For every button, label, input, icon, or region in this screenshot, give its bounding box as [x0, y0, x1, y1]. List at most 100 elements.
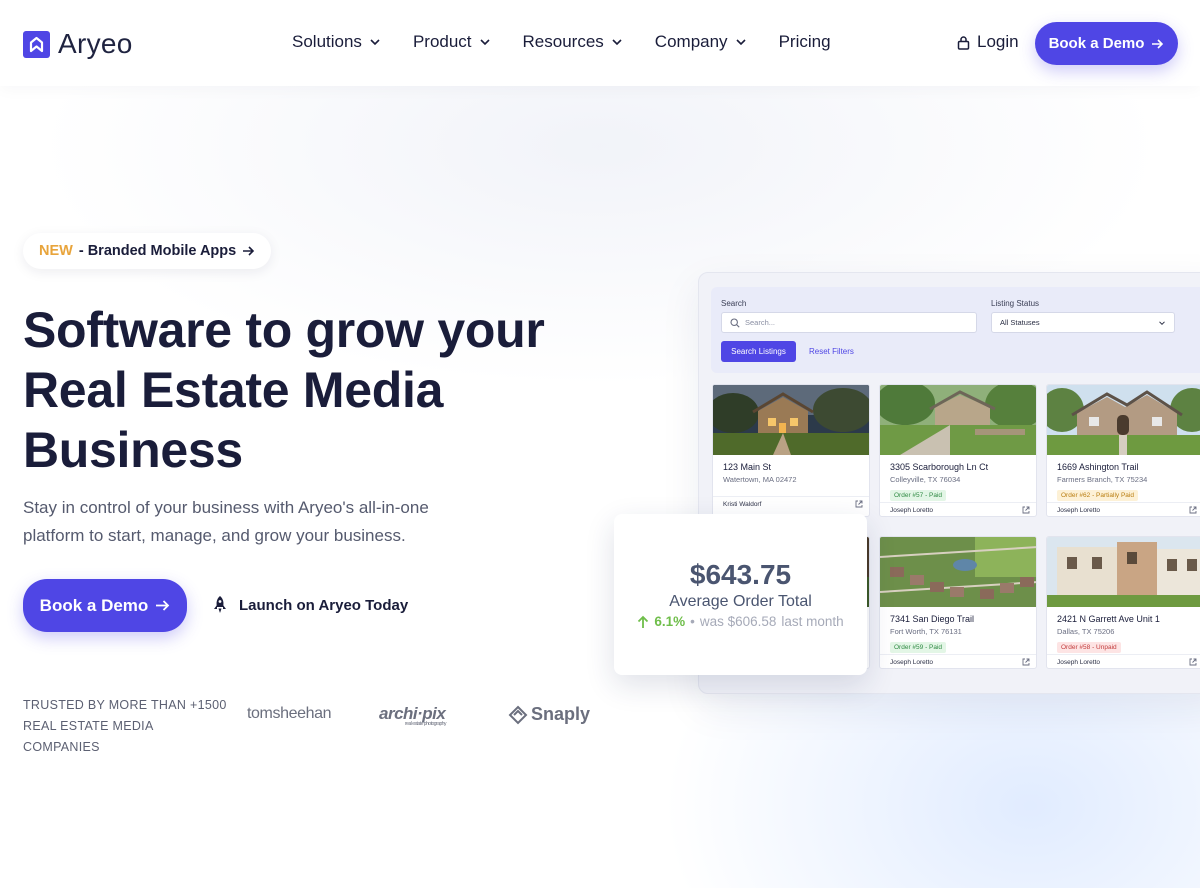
- logo-text: Aryeo: [58, 28, 133, 59]
- snaply-mark-icon: [508, 705, 528, 724]
- listing-address: 7341 San Diego Trail: [890, 614, 975, 624]
- hero-book-demo-button[interactable]: Book a Demo: [23, 579, 187, 632]
- archipix-logo: archi·pix real estate photography: [379, 704, 447, 727]
- snaply-logo: Snaply: [508, 704, 590, 725]
- listing-footer: Joseph Loretto: [880, 502, 1036, 516]
- listing-agent: Joseph Loretto: [1057, 507, 1101, 514]
- search-label: Search: [721, 299, 747, 308]
- comparison-period: last month: [781, 614, 844, 629]
- trusted-line-2: REAL ESTATE MEDIA COMPANIES: [23, 719, 153, 754]
- listing-city: Dallas, TX 75206: [1057, 627, 1115, 636]
- listing-status-value: All Statuses: [1000, 318, 1040, 327]
- average-order-card: $643.75 Average Order Total 6.1% • was $…: [614, 514, 867, 675]
- badge-new-label: NEW: [39, 243, 73, 259]
- change-percent: 6.1%: [654, 614, 686, 629]
- external-link-icon[interactable]: [855, 500, 863, 508]
- listing-agent: Joseph Loretto: [890, 507, 934, 514]
- chevron-down-icon: [479, 39, 490, 46]
- search-input[interactable]: Search...: [721, 312, 977, 333]
- order-status-badge: Order #62 - Partially Paid: [1057, 490, 1138, 501]
- order-status-badge: Order #57 - Paid: [890, 490, 947, 501]
- chevron-down-icon: [1159, 320, 1165, 325]
- listing-filters: Search Search... Listing Status All Stat…: [711, 287, 1200, 373]
- nav-item-label: Resources: [522, 32, 604, 51]
- snaply-wordmark: Snaply: [531, 704, 591, 724]
- external-link-icon[interactable]: [1022, 506, 1030, 514]
- external-link-icon[interactable]: [1189, 658, 1197, 666]
- launch-link[interactable]: Launch on Aryeo Today: [211, 595, 408, 615]
- house-photo: [713, 385, 869, 455]
- house-photo: [1047, 385, 1200, 455]
- previous-value: was $606.58: [699, 614, 777, 629]
- bullet-separator: •: [690, 614, 695, 629]
- search-listings-button[interactable]: Search Listings: [721, 341, 796, 362]
- listing-city: Farmers Branch, TX 75234: [1057, 475, 1148, 484]
- listing-agent: Joseph Loretto: [1057, 659, 1101, 666]
- nav-item-resources[interactable]: Resources: [523, 32, 623, 52]
- rocket-icon: [214, 596, 226, 613]
- login-link[interactable]: Login: [957, 32, 1019, 52]
- search-listings-label: Search Listings: [731, 347, 786, 356]
- nav-item-label: Solutions: [292, 32, 362, 51]
- listing-status-label: Listing Status: [991, 299, 1040, 308]
- nav-item-pricing[interactable]: Pricing: [779, 32, 831, 52]
- hero-headline: Software to grow your Real Estate Media …: [23, 302, 545, 478]
- nav-item-company[interactable]: Company: [655, 32, 747, 52]
- nav-item-label: Company: [654, 32, 728, 51]
- top-nav: Aryeo Solutions Product Resources Compan…: [0, 0, 1200, 86]
- listing-card[interactable]: 1669 Ashington Trail Farmers Branch, TX …: [1046, 384, 1200, 517]
- listing-card[interactable]: 7341 San Diego Trail Fort Worth, TX 7613…: [879, 536, 1037, 669]
- order-status-badge: Order #58 - Unpaid: [1057, 642, 1121, 653]
- arrow-up-icon: [638, 615, 649, 628]
- chevron-down-icon: [735, 39, 746, 46]
- book-demo-button[interactable]: Book a Demo: [1035, 22, 1178, 65]
- search-icon: [730, 317, 740, 328]
- house-photo: [880, 385, 1036, 455]
- chevron-down-icon: [370, 39, 380, 46]
- listing-card[interactable]: 123 Main St Watertown, MA 02472 Kristi W…: [712, 384, 870, 517]
- nav-item-label: Product: [412, 32, 472, 51]
- arrow-right-icon: [156, 600, 170, 611]
- listing-city: Watertown, MA 02472: [723, 475, 797, 484]
- listing-footer: Joseph Loretto: [880, 654, 1036, 668]
- average-order-label: Average Order Total: [669, 593, 812, 610]
- average-order-change: 6.1% • was $606.58 last month: [614, 614, 867, 629]
- listing-address: 123 Main St: [723, 462, 772, 472]
- main-menu: Solutions Product Resources Company Pric…: [292, 32, 831, 52]
- listing-footer: Kristi Waldorf: [713, 496, 869, 512]
- trusted-by-text: TRUSTED BY MORE THAN +1500 REAL ESTATE M…: [23, 695, 233, 758]
- reset-filters-link[interactable]: Reset Filters: [809, 347, 854, 356]
- lock-icon: [957, 35, 970, 50]
- nav-item-label: Pricing: [778, 32, 831, 51]
- launch-label: Launch on Aryeo Today: [239, 596, 409, 614]
- nav-item-solutions[interactable]: Solutions: [292, 32, 381, 52]
- book-demo-label: Book a Demo: [1048, 35, 1145, 52]
- aryeo-logo-icon: [23, 30, 50, 58]
- listing-status-select[interactable]: All Statuses: [991, 312, 1175, 333]
- hero-book-demo-label: Book a Demo: [39, 595, 149, 615]
- login-label: Login: [977, 32, 1019, 51]
- house-photo: [1047, 537, 1200, 607]
- external-link-icon[interactable]: [1189, 506, 1197, 514]
- search-placeholder: Search...: [745, 318, 776, 327]
- listing-footer: Joseph Loretto: [1047, 654, 1200, 668]
- nav-item-product[interactable]: Product: [413, 32, 491, 52]
- external-link-icon[interactable]: [1022, 658, 1030, 666]
- listing-agent: Joseph Loretto: [890, 659, 934, 666]
- listing-card[interactable]: 3305 Scarborough Ln Ct Colleyville, TX 7…: [879, 384, 1037, 517]
- badge-text: - Branded Mobile Apps: [78, 243, 237, 259]
- listing-card[interactable]: 2421 N Garrett Ave Unit 1 Dallas, TX 752…: [1046, 536, 1200, 669]
- hero-subtext: Stay in control of your business with Ar…: [23, 498, 429, 545]
- listing-address: 3305 Scarborough Ln Ct: [890, 462, 989, 472]
- arrow-right-icon: [243, 246, 255, 256]
- tomsheehan-logo: tomsheehan: [247, 705, 331, 723]
- listing-city: Colleyville, TX 76034: [890, 475, 961, 484]
- logo[interactable]: Aryeo: [23, 28, 133, 60]
- trusted-line-1: TRUSTED BY MORE THAN +1500: [23, 698, 227, 712]
- tomsheehan-wordmark: tomsheehan: [247, 705, 332, 722]
- order-status-badge: Order #59 - Paid: [890, 642, 947, 653]
- listing-agent: Kristi Waldorf: [723, 501, 762, 508]
- new-feature-badge[interactable]: NEW - Branded Mobile Apps: [23, 233, 272, 269]
- listing-address: 1669 Ashington Trail: [1057, 462, 1139, 472]
- average-order-value: $643.75: [689, 559, 792, 590]
